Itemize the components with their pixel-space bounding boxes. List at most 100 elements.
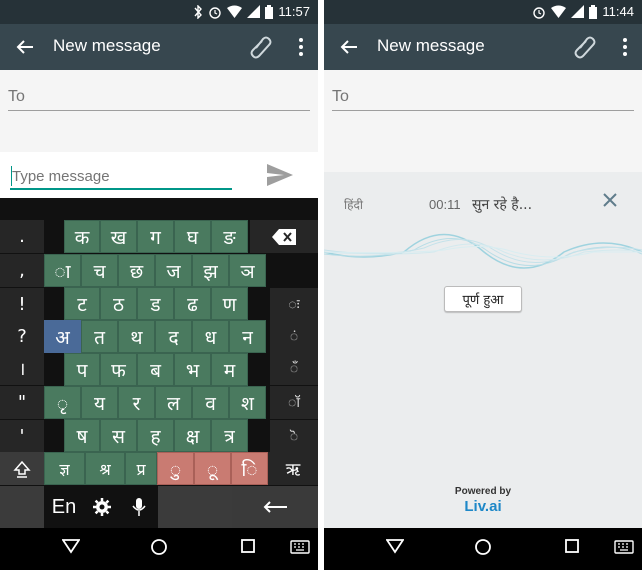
alarm-icon <box>209 6 222 19</box>
key-visarga[interactable]: ः <box>270 288 318 321</box>
key-ga[interactable]: ग <box>137 220 174 253</box>
key-short-e[interactable]: ॆ <box>270 420 318 453</box>
key-chandrabindu[interactable]: ँ <box>270 352 318 385</box>
attachment-icon[interactable] <box>248 34 274 60</box>
back-arrow-icon[interactable] <box>338 36 360 58</box>
mic-key[interactable] <box>120 486 158 528</box>
key-dda[interactable]: ड <box>137 287 174 320</box>
key-question[interactable]: ? <box>0 320 44 353</box>
key-gya[interactable]: ज्ञ <box>44 452 85 485</box>
key-sa[interactable]: स <box>100 419 137 452</box>
signal-icon <box>247 5 261 18</box>
wifi-icon <box>551 5 567 18</box>
settings-key[interactable] <box>84 486 120 528</box>
key-ca[interactable]: च <box>81 254 118 287</box>
key-ssa[interactable]: ष <box>64 419 100 452</box>
key-apostrophe[interactable]: ' <box>0 420 44 453</box>
to-underline <box>332 110 634 111</box>
send-icon[interactable] <box>266 162 294 188</box>
key-tra[interactable]: त्र <box>211 419 248 452</box>
key-jha[interactable]: झ <box>192 254 229 287</box>
key-period[interactable]: . <box>0 220 44 253</box>
key-ttha[interactable]: ठ <box>100 287 137 320</box>
recipient-area[interactable]: To <box>324 70 642 172</box>
key-nya[interactable]: ञ <box>229 254 266 287</box>
key-danda[interactable]: । <box>0 352 44 385</box>
key-cha[interactable]: छ <box>118 254 155 287</box>
key-i-matra[interactable]: ि <box>231 452 268 485</box>
nav-recents-icon[interactable] <box>240 538 256 554</box>
status-bar: 11:44 <box>324 0 642 24</box>
key-na[interactable]: न <box>229 320 266 353</box>
hindi-keyboard: . , ! ? । " ' ः ं ँ ॉ ॆ क ख ग घ ङ ा च छ … <box>0 198 318 528</box>
key-la[interactable]: ल <box>155 386 192 419</box>
nav-recents-icon[interactable] <box>564 538 580 554</box>
nav-home-icon[interactable] <box>150 538 168 556</box>
voice-language-label[interactable]: हिंदी <box>344 196 363 213</box>
key-tta[interactable]: ट <box>64 287 100 320</box>
key-anusvara[interactable]: ं <box>270 320 318 353</box>
more-options-icon[interactable] <box>622 36 628 58</box>
key-ra[interactable]: र <box>118 386 155 419</box>
key-ta[interactable]: त <box>81 320 118 353</box>
clock-time: 11:57 <box>278 4 310 19</box>
more-options-icon[interactable] <box>298 36 304 58</box>
message-input[interactable] <box>10 164 232 190</box>
key-nga[interactable]: ङ <box>211 220 248 253</box>
recipient-area[interactable]: To <box>0 70 318 152</box>
navigation-bar <box>324 528 642 570</box>
key-u-matra[interactable]: ु <box>157 452 194 485</box>
done-button[interactable]: पूर्ण हुआ <box>444 286 522 312</box>
key-ksha[interactable]: क्ष <box>174 419 211 452</box>
key-bha[interactable]: भ <box>174 353 211 386</box>
back-arrow-icon[interactable] <box>14 36 36 58</box>
language-toggle-key[interactable]: En <box>44 486 84 528</box>
key-ya[interactable]: य <box>81 386 118 419</box>
key-ja[interactable]: ज <box>155 254 192 287</box>
key-exclaim[interactable]: ! <box>0 288 44 321</box>
key-dha[interactable]: ध <box>192 320 229 353</box>
key-comma[interactable]: , <box>0 254 44 287</box>
right-screen: 11:44 New message To हिंदी 00:11 सुन रहे… <box>324 0 642 570</box>
key-kha[interactable]: ख <box>100 220 137 253</box>
key-a-selected[interactable]: अ <box>44 320 81 353</box>
key-pha[interactable]: फ <box>100 353 137 386</box>
key-ha[interactable]: ह <box>137 419 174 452</box>
nav-back-icon[interactable] <box>62 538 80 554</box>
keyboard-switch-icon[interactable] <box>290 540 310 554</box>
key-ba[interactable]: ब <box>137 353 174 386</box>
backspace-icon <box>272 228 296 245</box>
key-nna[interactable]: ण <box>211 287 248 320</box>
key-ri-matra[interactable]: ृ <box>44 386 81 419</box>
key-tha[interactable]: थ <box>118 320 155 353</box>
key-da[interactable]: द <box>155 320 192 353</box>
key-uu-matra[interactable]: ू <box>194 452 231 485</box>
nav-back-icon[interactable] <box>386 538 404 554</box>
key-aa-matra[interactable]: ा <box>44 254 81 287</box>
backspace-key[interactable] <box>250 220 318 253</box>
microphone-icon <box>132 498 146 516</box>
nav-home-icon[interactable] <box>474 538 492 556</box>
close-icon[interactable] <box>602 192 618 208</box>
key-pra[interactable]: प्र <box>125 452 157 485</box>
key-pa[interactable]: प <box>64 353 100 386</box>
app-toolbar: New message <box>0 24 318 70</box>
key-gha[interactable]: घ <box>174 220 211 253</box>
enter-key[interactable] <box>232 486 318 528</box>
key-ri[interactable]: ऋ <box>268 452 318 485</box>
key-quote[interactable]: " <box>0 386 44 419</box>
shift-key[interactable] <box>0 452 44 485</box>
key-ka[interactable]: क <box>64 220 100 253</box>
toolbar-title: New message <box>377 36 485 55</box>
key-ddha[interactable]: ढ <box>174 287 211 320</box>
attachment-icon[interactable] <box>572 34 598 60</box>
key-sha[interactable]: श <box>229 386 266 419</box>
key-shra[interactable]: श्र <box>85 452 125 485</box>
to-underline <box>8 110 310 111</box>
space-key[interactable] <box>158 486 232 528</box>
key-candra-e[interactable]: ॉ <box>270 386 318 419</box>
key-ma[interactable]: म <box>211 353 248 386</box>
voice-status-text: सुन रहे है... <box>472 197 533 213</box>
key-va[interactable]: व <box>192 386 229 419</box>
keyboard-switch-icon[interactable] <box>614 540 634 554</box>
